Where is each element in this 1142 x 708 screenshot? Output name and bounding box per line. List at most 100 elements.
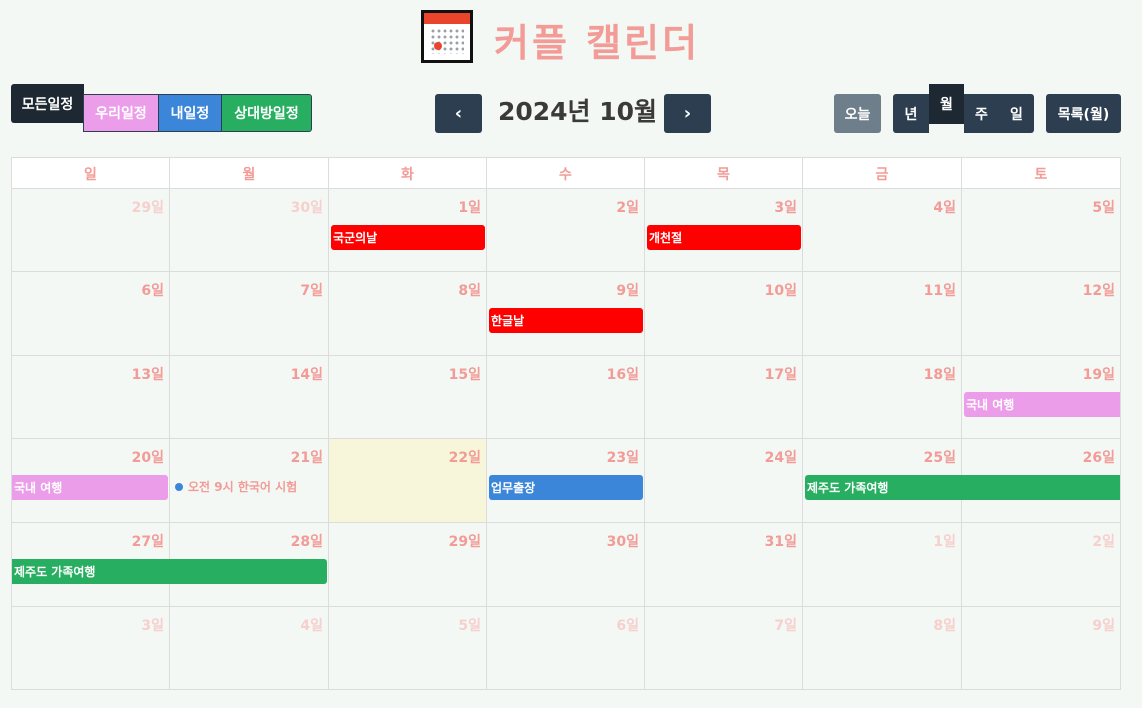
day-cell[interactable]: 16일 — [487, 356, 645, 439]
day-number[interactable]: 22일 — [449, 447, 481, 467]
day-cell[interactable]: 5일 — [329, 607, 487, 690]
day-number[interactable]: 15일 — [449, 364, 481, 384]
calendar-event[interactable]: 국내 여행 — [964, 392, 1120, 417]
day-number[interactable]: 27일 — [132, 531, 164, 551]
calendar-event[interactable]: 제주도 가족여행 — [805, 475, 1120, 500]
day-number[interactable]: 7일 — [300, 280, 323, 300]
day-cell[interactable]: 29일 — [329, 523, 487, 607]
day-number[interactable]: 25일 — [924, 447, 956, 467]
day-number[interactable]: 29일 — [132, 197, 164, 217]
event-title: 업무출장 — [491, 481, 536, 495]
event-title: 제주도 가족여행 — [14, 565, 96, 579]
day-cell[interactable]: 15일 — [329, 356, 487, 439]
calendar-icon — [421, 10, 473, 63]
app-header: 커플 캘린더 — [0, 8, 1142, 66]
day-number[interactable]: 9일 — [1092, 615, 1115, 635]
next-month-button[interactable]: › — [664, 94, 711, 133]
view-week-button[interactable]: 주 — [964, 94, 999, 133]
prev-month-button[interactable]: ‹ — [435, 94, 482, 133]
calendar-event[interactable]: 오전 9시 한국어 시험 — [175, 478, 297, 495]
day-number[interactable]: 6일 — [141, 280, 164, 300]
day-cell[interactable]: 11일 — [803, 272, 962, 356]
weekday-fri: 금 — [803, 158, 962, 189]
day-cell[interactable]: 24일 — [645, 439, 803, 523]
calendar-event[interactable]: 한글날 — [489, 308, 643, 333]
day-number[interactable]: 3일 — [774, 197, 797, 217]
calendar-event[interactable]: 개천절 — [647, 225, 801, 250]
day-number[interactable]: 6일 — [616, 615, 639, 635]
day-cell[interactable]: 30일 — [487, 523, 645, 607]
day-cell[interactable]: 14일 — [170, 356, 329, 439]
day-cell[interactable]: 6일 — [487, 607, 645, 690]
day-cell[interactable]: 8일 — [803, 607, 962, 690]
day-number[interactable]: 16일 — [607, 364, 639, 384]
day-cell[interactable]: 2일 — [962, 523, 1120, 607]
day-number[interactable]: 3일 — [141, 615, 164, 635]
day-cell[interactable]: 8일 — [329, 272, 487, 356]
day-number[interactable]: 10일 — [765, 280, 797, 300]
day-number[interactable]: 12일 — [1083, 280, 1115, 300]
day-number[interactable]: 23일 — [607, 447, 639, 467]
day-cell[interactable]: 18일 — [803, 356, 962, 439]
day-number[interactable]: 1일 — [933, 531, 956, 551]
day-number[interactable]: 8일 — [933, 615, 956, 635]
day-number[interactable]: 11일 — [924, 280, 956, 300]
day-cell[interactable]: 5일 — [962, 189, 1120, 272]
day-number[interactable]: 13일 — [132, 364, 164, 384]
view-year-button[interactable]: 년 — [893, 94, 929, 133]
day-number[interactable]: 29일 — [449, 531, 481, 551]
day-number[interactable]: 8일 — [458, 280, 481, 300]
day-number[interactable]: 1일 — [458, 197, 481, 217]
day-number[interactable]: 5일 — [458, 615, 481, 635]
event-dot-icon — [175, 482, 183, 491]
day-number[interactable]: 4일 — [933, 197, 956, 217]
day-cell[interactable]: 7일 — [170, 272, 329, 356]
day-cell[interactable]: 7일 — [645, 607, 803, 690]
filter-ours-button[interactable]: 우리일정 — [83, 94, 159, 132]
day-number[interactable]: 17일 — [765, 364, 797, 384]
day-cell[interactable]: 31일 — [645, 523, 803, 607]
day-cell[interactable]: 12일 — [962, 272, 1120, 356]
day-cell[interactable]: 10일 — [645, 272, 803, 356]
filter-all-button[interactable]: 모든일정 — [11, 84, 84, 123]
day-number[interactable]: 30일 — [607, 531, 639, 551]
filter-mine-button[interactable]: 내일정 — [158, 94, 222, 132]
day-cell[interactable]: 3일 — [12, 607, 170, 690]
calendar-event[interactable]: 국내 여행 — [12, 475, 168, 500]
day-cell[interactable]: 4일 — [803, 189, 962, 272]
day-number[interactable]: 28일 — [291, 531, 323, 551]
day-cell[interactable]: 30일 — [170, 189, 329, 272]
day-number[interactable]: 7일 — [774, 615, 797, 635]
day-number[interactable]: 31일 — [765, 531, 797, 551]
day-cell[interactable]: 9일 — [962, 607, 1120, 690]
day-cell[interactable]: 1일 — [803, 523, 962, 607]
day-number[interactable]: 14일 — [291, 364, 323, 384]
day-cell[interactable]: 13일 — [12, 356, 170, 439]
day-number[interactable]: 9일 — [616, 280, 639, 300]
day-number[interactable]: 26일 — [1083, 447, 1115, 467]
day-cell[interactable]: 6일 — [12, 272, 170, 356]
day-cell[interactable]: 17일 — [645, 356, 803, 439]
day-number[interactable]: 30일 — [291, 197, 323, 217]
view-list-month-button[interactable]: 목록(월) — [1046, 94, 1121, 133]
day-number[interactable]: 20일 — [132, 447, 164, 467]
day-cell[interactable]: 2일 — [487, 189, 645, 272]
calendar-event[interactable]: 국군의날 — [331, 225, 485, 250]
view-month-button[interactable]: 월 — [929, 84, 964, 124]
calendar-event[interactable]: 업무출장 — [489, 475, 643, 500]
day-cell[interactable]: 29일 — [12, 189, 170, 272]
day-number[interactable]: 2일 — [616, 197, 639, 217]
day-number[interactable]: 2일 — [1092, 531, 1115, 551]
day-number[interactable]: 19일 — [1083, 364, 1115, 384]
day-number[interactable]: 21일 — [291, 447, 323, 467]
day-number[interactable]: 18일 — [924, 364, 956, 384]
day-cell[interactable]: 4일 — [170, 607, 329, 690]
day-number[interactable]: 4일 — [300, 615, 323, 635]
view-day-button[interactable]: 일 — [999, 94, 1034, 133]
calendar-event[interactable]: 제주도 가족여행 — [12, 559, 327, 584]
day-number[interactable]: 5일 — [1092, 197, 1115, 217]
day-number[interactable]: 24일 — [765, 447, 797, 467]
filter-partner-button[interactable]: 상대방일정 — [221, 94, 312, 132]
today-button[interactable]: 오늘 — [834, 94, 881, 133]
day-cell-today[interactable]: 22일 — [329, 439, 487, 523]
